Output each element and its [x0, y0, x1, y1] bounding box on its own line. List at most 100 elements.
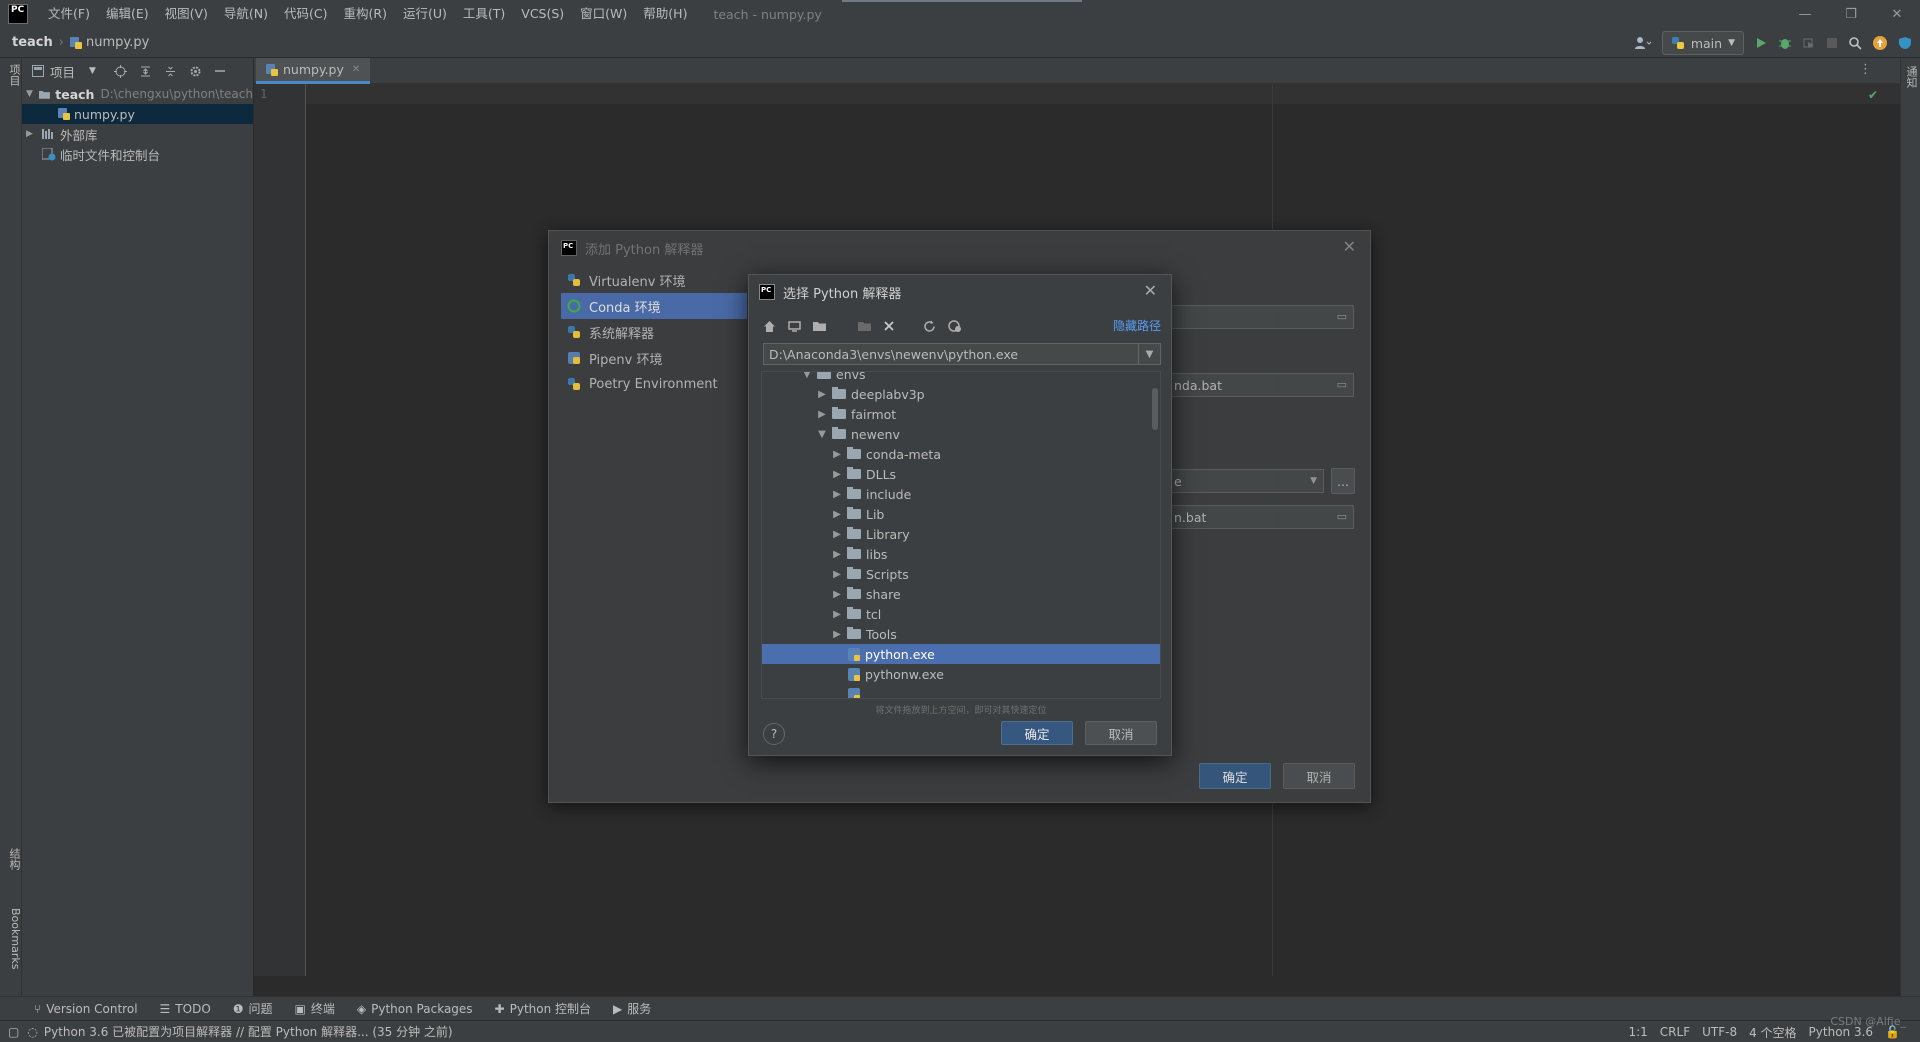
tree-folder-row[interactable]: ▶ Library	[762, 524, 1160, 544]
line-separator[interactable]: CRLF	[1660, 1025, 1690, 1039]
tree-item-scratches[interactable]: 临时文件和控制台	[22, 144, 253, 164]
tree-folder-row[interactable]: ▼ envs	[762, 372, 1160, 384]
hide-panel-icon[interactable]	[214, 65, 226, 77]
toggle-tool-windows-icon[interactable]: ▢	[8, 1025, 19, 1039]
user-icon[interactable]	[1634, 36, 1652, 50]
minimize-button[interactable]: —	[1782, 0, 1828, 28]
chevron-right-icon[interactable]: ▶	[830, 469, 844, 480]
menu-edit[interactable]: 编辑(E)	[98, 0, 157, 28]
tree-scrollbar[interactable]	[1152, 388, 1158, 430]
file-tree[interactable]: ▼ envs ▶ deeplabv3p ▶ fairmot ▼ newenv ▶ conda-me…	[761, 371, 1161, 699]
close-window-button[interactable]: ✕	[1874, 0, 1920, 28]
run-configuration-select[interactable]: main ▼	[1661, 31, 1744, 55]
chevron-right-icon[interactable]: ▶	[830, 629, 844, 640]
tree-file-row[interactable]	[762, 684, 1160, 698]
delete-icon[interactable]	[883, 320, 895, 332]
tree-file-row[interactable]: pythonw.exe	[762, 664, 1160, 684]
close-icon[interactable]: ✕	[1144, 281, 1157, 300]
debug-icon[interactable]	[1778, 36, 1792, 50]
menu-view[interactable]: 视图(V)	[157, 0, 216, 28]
update-icon[interactable]	[1872, 35, 1888, 51]
activate-script-field[interactable]: n.bat ▭	[1169, 505, 1354, 529]
tree-folder-row[interactable]: ▶ conda-meta	[762, 444, 1160, 464]
tree-folder-row[interactable]: ▶ deeplabv3p	[762, 384, 1160, 404]
search-icon[interactable]	[1848, 36, 1862, 50]
tree-folder-row[interactable]: ▶ share	[762, 584, 1160, 604]
indent-setting[interactable]: 4 个空格	[1749, 1024, 1796, 1041]
chevron-right-icon[interactable]: ▶	[830, 589, 844, 600]
breadcrumb-file[interactable]: numpy.py	[69, 35, 149, 50]
menu-file[interactable]: 文件(F)	[40, 0, 98, 28]
tree-folder-row[interactable]: ▶ tcl	[762, 604, 1160, 624]
tab-numpy[interactable]: numpy.py ✕	[256, 58, 371, 84]
locate-icon[interactable]	[113, 64, 127, 78]
help-button[interactable]: ?	[763, 723, 785, 745]
project-folder-icon[interactable]	[813, 320, 826, 333]
project-tool-button[interactable]: 项目	[0, 64, 22, 86]
notifications-tool-button[interactable]: 通知	[1903, 66, 1919, 88]
interpreter-path-field[interactable]: ▭	[1169, 305, 1354, 329]
chevron-right-icon[interactable]: ▶	[830, 489, 844, 500]
tree-folder-row[interactable]: ▶ fairmot	[762, 404, 1160, 424]
tree-folder-row[interactable]: ▶ Lib	[762, 504, 1160, 524]
chevron-down-icon[interactable]: ▼	[1138, 344, 1160, 364]
tool-tab-version-control[interactable]: ⑂ Version Control	[34, 1002, 138, 1016]
hide-path-link[interactable]: 隐藏路径	[1113, 317, 1161, 334]
menu-code[interactable]: 代码(C)	[276, 0, 335, 28]
plugin-shield-icon[interactable]	[1898, 36, 1912, 50]
menu-tools[interactable]: 工具(T)	[455, 0, 513, 28]
project-view-select[interactable]: 项目 ▼	[32, 62, 96, 81]
tree-folder-row[interactable]: ▼ newenv	[762, 424, 1160, 444]
more-options-icon[interactable]: ⋮	[1859, 62, 1872, 77]
chevron-right-icon[interactable]: ▶	[830, 569, 844, 580]
tree-file-row[interactable]: python.exe	[762, 644, 1160, 664]
folder-browse-icon[interactable]: ▭	[1337, 310, 1347, 323]
chevron-right-icon[interactable]: ▶	[830, 449, 844, 460]
home-icon[interactable]	[763, 320, 776, 333]
tree-folder-row[interactable]: ▶ DLLs	[762, 464, 1160, 484]
env-item-conda[interactable]: Conda 环境	[561, 293, 747, 319]
tree-item-numpy-file[interactable]: numpy.py	[22, 104, 253, 124]
close-tab-icon[interactable]: ✕	[352, 64, 360, 75]
folder-browse-icon[interactable]: ▭	[1337, 378, 1347, 391]
chevron-down-icon[interactable]: ▼	[815, 429, 829, 440]
folder-browse-icon[interactable]: ▭	[1337, 510, 1347, 523]
ok-button[interactable]: 确定	[1199, 763, 1271, 789]
tool-tab-services[interactable]: ▶ 服务	[613, 1000, 651, 1017]
expand-all-icon[interactable]	[139, 65, 152, 78]
coverage-icon[interactable]	[1802, 36, 1816, 50]
menu-window[interactable]: 窗口(W)	[572, 0, 635, 28]
tree-item-external-libraries[interactable]: ▶ 外部库	[22, 124, 253, 144]
tool-tab-python-console[interactable]: ✚ Python 控制台	[495, 1000, 591, 1017]
browse-interpreter-button[interactable]: ...	[1331, 468, 1355, 494]
chevron-down-icon[interactable]: ▼	[800, 372, 814, 380]
status-message[interactable]: Python 3.6 已被配置为项目解释器 // 配置 Python 解释器..…	[44, 1023, 453, 1040]
restore-button[interactable]: ❐	[1828, 0, 1874, 28]
chevron-right-icon[interactable]: ▶	[815, 409, 829, 420]
menu-vcs[interactable]: VCS(S)	[513, 0, 572, 28]
env-item-system[interactable]: 系统解释器	[561, 319, 747, 345]
file-encoding[interactable]: UTF-8	[1702, 1025, 1737, 1039]
cancel-button[interactable]: 取消	[1283, 763, 1355, 789]
tree-folder-row[interactable]: ▶ Tools	[762, 624, 1160, 644]
gear-icon[interactable]	[189, 65, 202, 78]
cancel-button[interactable]: 取消	[1085, 721, 1157, 745]
menu-run[interactable]: 运行(U)	[395, 0, 455, 28]
chevron-right-icon[interactable]: ▶	[815, 389, 829, 400]
env-item-virtualenv[interactable]: Virtualenv 环境	[561, 267, 747, 293]
tree-folder-row[interactable]: ▶ Scripts	[762, 564, 1160, 584]
bookmarks-tool-button[interactable]: Bookmarks	[0, 908, 22, 969]
desktop-icon[interactable]	[788, 320, 801, 333]
conda-executable-field[interactable]: nda.bat ▭	[1169, 373, 1354, 397]
structure-tool-button[interactable]: 结构	[0, 848, 22, 870]
collapse-all-icon[interactable]	[164, 65, 177, 78]
chevron-right-icon[interactable]: ▶	[830, 609, 844, 620]
stop-icon[interactable]	[1826, 37, 1838, 49]
breadcrumb-project[interactable]: teach	[12, 35, 53, 50]
menu-navigate[interactable]: 导航(N)	[216, 0, 276, 28]
ok-button[interactable]: 确定	[1001, 721, 1073, 745]
chevron-right-icon[interactable]: ▶	[830, 529, 844, 540]
tree-folder-row[interactable]: ▶ libs	[762, 544, 1160, 564]
caret-position[interactable]: 1:1	[1628, 1025, 1647, 1039]
interpreter-select[interactable]: e ▼	[1169, 469, 1324, 493]
